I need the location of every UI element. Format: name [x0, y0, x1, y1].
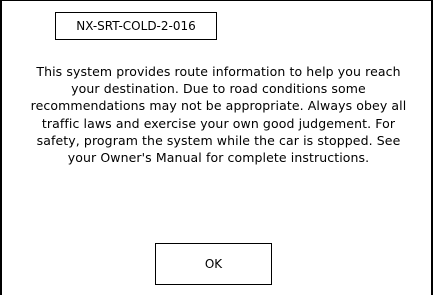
disclaimer-message: This system provides route information t…	[30, 64, 407, 166]
disclaimer-dialog: NX-SRT-COLD-2-016 This system provides r…	[0, 0, 433, 295]
screen-code-label: NX-SRT-COLD-2-016	[55, 12, 217, 40]
ok-button[interactable]: OK	[155, 243, 272, 285]
